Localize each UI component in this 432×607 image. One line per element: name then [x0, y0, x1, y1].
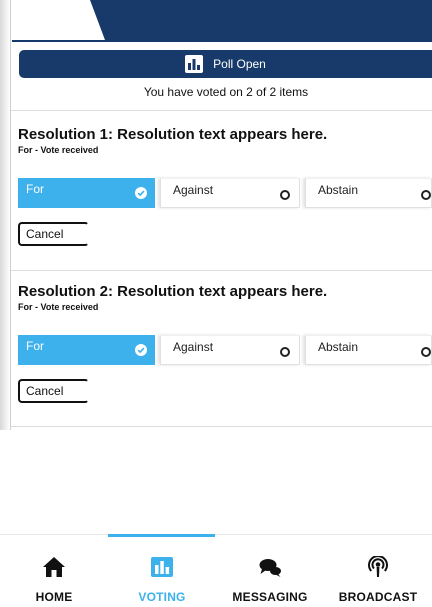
radio-circle-icon — [421, 190, 431, 200]
resolution-title: Resolution 2: Resolution text appears he… — [18, 283, 328, 300]
nav-label: MESSAGING — [232, 590, 308, 604]
panel-shadow — [0, 0, 10, 430]
poll-status-bar: Poll Open — [19, 50, 432, 78]
divider — [11, 110, 432, 111]
nav-item-broadcast[interactable]: BROADCAST — [324, 535, 432, 607]
radio-circle-icon — [280, 347, 290, 357]
vote-option-label: For — [26, 339, 44, 353]
resolution-item: Resolution 2: Resolution text appears he… — [18, 283, 432, 403]
resolution-status: For - Vote received — [18, 302, 99, 312]
vote-option-label: Against — [173, 340, 214, 354]
vote-option-for[interactable]: For — [18, 178, 155, 208]
vote-option-against[interactable]: Against — [160, 178, 300, 208]
nav-label: VOTING — [138, 590, 186, 604]
vote-option-label: For — [26, 182, 44, 196]
resolution-item: Resolution 1: Resolution text appears he… — [18, 126, 432, 246]
radio-circle-icon — [421, 347, 431, 357]
vote-option-for[interactable]: For — [18, 335, 155, 365]
vote-option-label: Against — [173, 183, 214, 197]
voting-screen: Poll Open You have voted on 2 of 2 items… — [0, 0, 432, 607]
resolution-title: Resolution 1: Resolution text appears he… — [18, 126, 328, 143]
resolution-status: For - Vote received — [18, 145, 99, 155]
broadcast-icon — [368, 556, 388, 577]
nav-item-home[interactable]: HOME — [0, 535, 108, 607]
bar-chart-icon — [151, 557, 173, 577]
vote-option-against[interactable]: Against — [160, 335, 300, 365]
cancel-vote-button[interactable]: Cancel — [18, 379, 89, 403]
vote-option-abstain[interactable]: Abstain — [305, 178, 432, 208]
bottom-nav: HOME VOTING MESSAGING BROADCAST — [0, 534, 432, 607]
vote-option-label: Abstain — [318, 340, 359, 354]
check-circle-icon — [135, 344, 147, 356]
header-band — [90, 0, 432, 40]
panel-edge — [10, 0, 11, 430]
vote-option-label: Abstain — [318, 183, 359, 197]
nav-label: BROADCAST — [338, 590, 418, 604]
divider — [11, 270, 432, 271]
chat-bubbles-icon — [259, 559, 281, 577]
vote-options: For Against Abstain — [18, 335, 432, 365]
cancel-vote-button[interactable]: Cancel — [18, 222, 89, 246]
bar-chart-icon — [185, 55, 204, 73]
vote-options: For Against Abstain — [18, 178, 432, 208]
poll-status-label: Poll Open — [213, 57, 266, 71]
nav-label: HOME — [35, 590, 73, 604]
nav-item-messaging[interactable]: MESSAGING — [216, 535, 324, 607]
header-band-line — [12, 40, 432, 42]
check-circle-icon — [135, 187, 147, 199]
radio-circle-icon — [280, 190, 290, 200]
nav-item-voting[interactable]: VOTING — [108, 535, 216, 607]
vote-option-abstain[interactable]: Abstain — [305, 335, 432, 365]
voted-summary: You have voted on 2 of 2 items — [143, 85, 309, 99]
divider — [11, 426, 432, 427]
home-icon — [43, 557, 65, 577]
